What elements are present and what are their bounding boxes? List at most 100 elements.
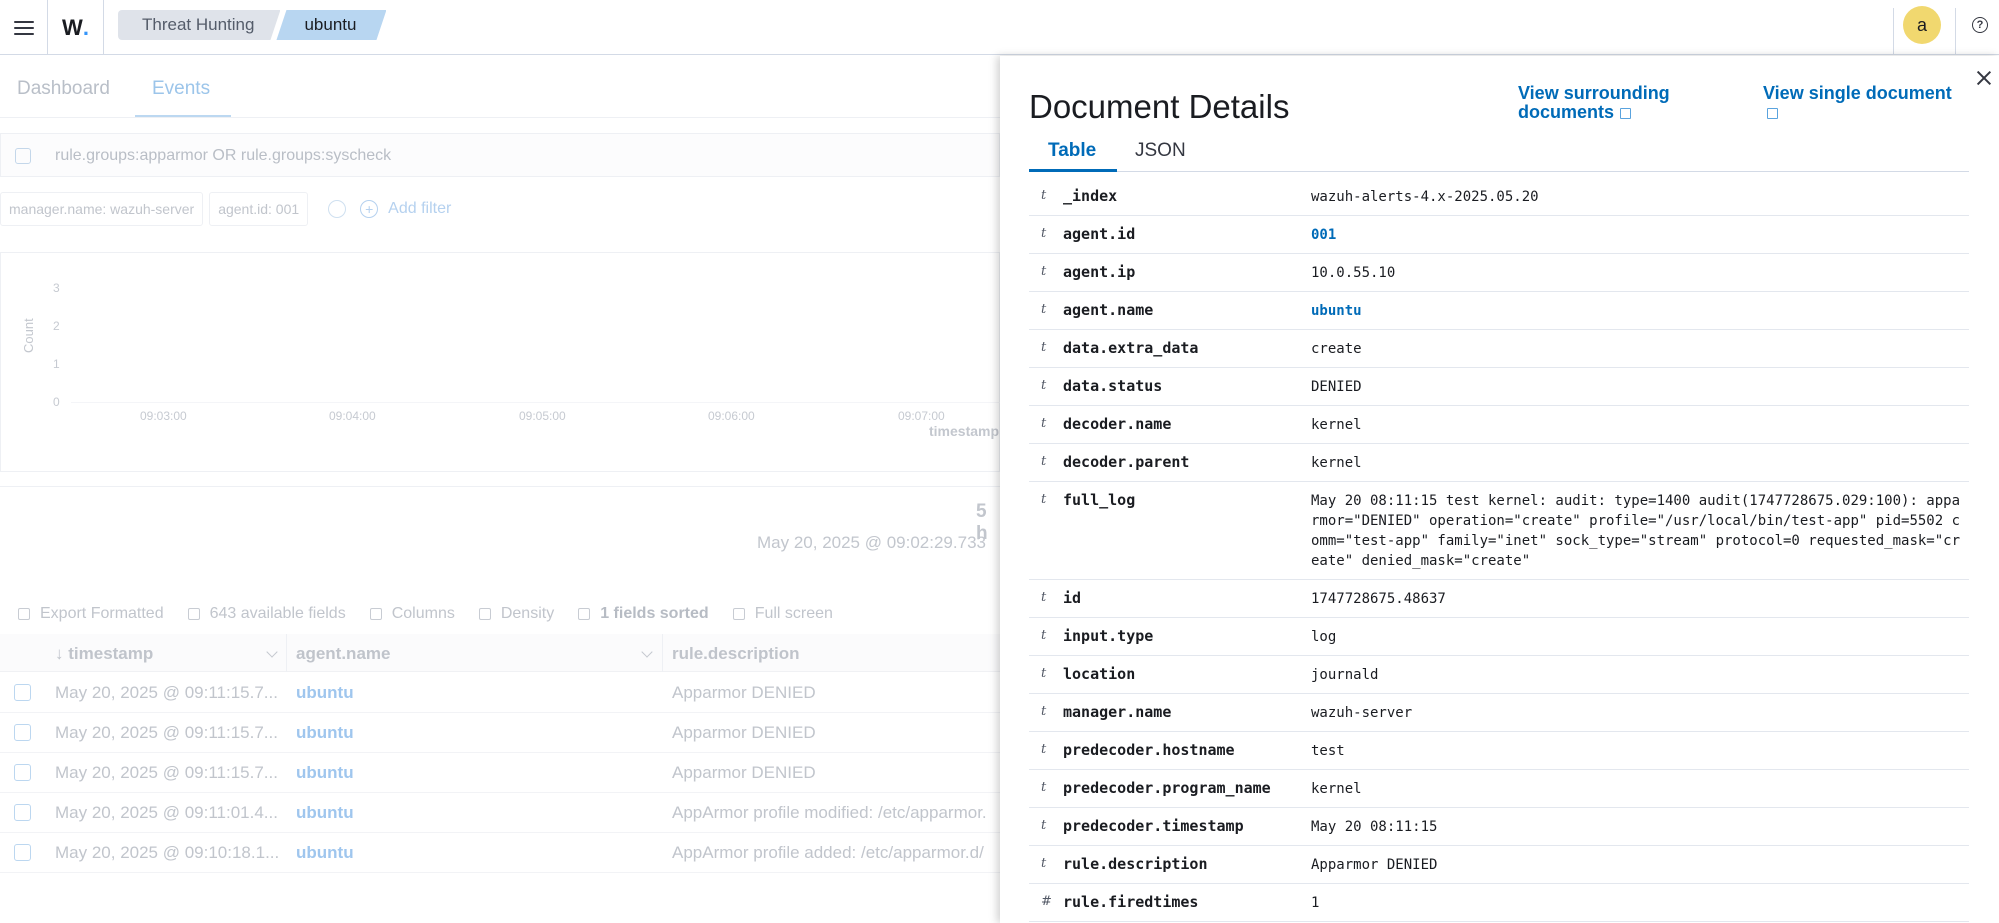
document-field-row[interactable]: t input.type log	[1029, 618, 1969, 656]
tab-json[interactable]: JSON	[1135, 140, 1186, 162]
close-icon[interactable]	[1974, 68, 1994, 88]
string-type-icon: t	[1041, 416, 1047, 431]
document-field-row[interactable]: t predecoder.program_name kernel	[1029, 770, 1969, 808]
document-field-row[interactable]: t agent.ip 10.0.55.10	[1029, 254, 1969, 292]
breadcrumb-ubuntu[interactable]: ubuntu	[276, 10, 386, 40]
fields-label: 643 available fields	[209, 605, 346, 622]
hits-date-range: May 20, 2025 @ 09:02:29.733	[757, 533, 986, 552]
chevron-down-icon[interactable]	[641, 646, 653, 658]
document-field-row[interactable]: # rule.firedtimes 1	[1029, 884, 1969, 922]
saved-query-icon[interactable]	[15, 148, 31, 164]
link-text: View single document	[1763, 83, 1952, 103]
cell-agent-name[interactable]: ubuntu	[296, 763, 354, 783]
inspect-icon[interactable]	[14, 844, 31, 861]
cell-agent-name[interactable]: ubuntu	[296, 843, 354, 863]
table-row[interactable]: May 20, 2025 @ 09:10:18.1... ubuntu AppA…	[0, 833, 1000, 873]
cell-timestamp: May 20, 2025 @ 09:11:15.7...	[55, 683, 278, 702]
columns-button[interactable]: Columns	[369, 605, 455, 623]
column-header-timestamp[interactable]: ↓ timestamp	[55, 644, 153, 664]
view-single-document-link[interactable]: View single document	[1763, 84, 1952, 122]
document-field-row[interactable]: t data.extra_data create	[1029, 330, 1969, 368]
document-field-row[interactable]: t predecoder.timestamp May 20 08:11:15	[1029, 808, 1969, 846]
document-field-row[interactable]: t id 1747728675.48637	[1029, 580, 1969, 618]
wazuh-logo[interactable]: W.	[48, 0, 104, 55]
inspect-icon[interactable]	[14, 764, 31, 781]
tab-table[interactable]: Table	[1048, 140, 1096, 162]
field-value[interactable]: 001	[1311, 216, 1961, 253]
breadcrumb-threat-hunting[interactable]: Threat Hunting	[118, 10, 280, 40]
avatar[interactable]: a	[1903, 6, 1941, 44]
field-value: 1	[1311, 895, 1320, 911]
document-field-row[interactable]: t manager.name wazuh-server	[1029, 694, 1969, 732]
external-link-icon	[1620, 108, 1632, 119]
density-button[interactable]: Density	[478, 605, 555, 623]
document-field-row[interactable]: t full_log May 20 08:11:15 test kernel: au…	[1029, 482, 1969, 580]
field-name: decoder.parent	[1063, 453, 1190, 471]
sort-button[interactable]: 1 fields sorted	[578, 605, 709, 623]
menu-button[interactable]	[0, 0, 48, 55]
document-field-row[interactable]: t location journald	[1029, 656, 1969, 694]
tab-underline	[135, 115, 231, 117]
document-field-row[interactable]: t agent.id 001	[1029, 216, 1969, 254]
add-filter-button[interactable]: + Add filter	[360, 200, 451, 218]
field-name: data.extra_data	[1063, 339, 1199, 357]
document-field-row[interactable]: t data.status DENIED	[1029, 368, 1969, 406]
cell-rule-description: Apparmor DENIED	[672, 763, 816, 782]
cell-timestamp: May 20, 2025 @ 09:11:01.4...	[55, 803, 278, 822]
columns-label: Columns	[391, 605, 455, 622]
density-label: Density	[500, 605, 555, 622]
fullscreen-button[interactable]: Full screen	[732, 605, 833, 623]
search-input[interactable]: rule.groups:apparmor OR rule.groups:sysc…	[55, 147, 391, 165]
hamburger-icon	[13, 20, 34, 36]
cell-agent-name[interactable]: ubuntu	[296, 723, 354, 743]
chevron-down-icon[interactable]	[266, 646, 278, 658]
view-surrounding-documents-link[interactable]: View surrounding documents	[1518, 84, 1670, 122]
data-grid-toolbar: Export Formatted 643 available fields Co…	[18, 605, 857, 623]
table-row[interactable]: May 20, 2025 @ 09:11:01.4... ubuntu AppA…	[0, 793, 1000, 833]
table-row[interactable]: May 20, 2025 @ 09:11:15.7... ubuntu Appa…	[0, 753, 1000, 793]
document-field-row[interactable]: t agent.name ubuntu	[1029, 292, 1969, 330]
filter-options-icon[interactable]	[328, 200, 347, 218]
top-header: W. Threat Hunting ubuntu a ?	[0, 0, 1999, 55]
cell-agent-name[interactable]: ubuntu	[296, 803, 354, 823]
string-type-icon: t	[1041, 704, 1047, 719]
table-row[interactable]: May 20, 2025 @ 09:11:15.7... ubuntu Appa…	[0, 673, 1000, 713]
flyout-tabs: Table JSON	[1029, 128, 1969, 172]
tab-dashboard[interactable]: Dashboard	[17, 78, 110, 100]
field-value: test	[1311, 743, 1345, 759]
field-value: May 20 08:11:15	[1311, 819, 1438, 835]
document-field-row[interactable]: t rule.description Apparmor DENIED	[1029, 846, 1969, 884]
xtick: 09:07:00	[898, 409, 945, 423]
table-row[interactable]: May 20, 2025 @ 09:11:15.7... ubuntu Appa…	[0, 713, 1000, 753]
available-fields-button[interactable]: 643 available fields	[187, 605, 346, 623]
field-value[interactable]: ubuntu	[1311, 292, 1961, 329]
cell-timestamp: May 20, 2025 @ 09:11:15.7...	[55, 723, 278, 742]
field-name: manager.name	[1063, 703, 1172, 721]
document-field-row[interactable]: t predecoder.hostname test	[1029, 732, 1969, 770]
string-type-icon: t	[1041, 264, 1047, 279]
cell-agent-name[interactable]: ubuntu	[296, 683, 354, 703]
string-type-icon: t	[1041, 378, 1047, 393]
inspect-icon[interactable]	[14, 684, 31, 701]
tab-events[interactable]: Events	[152, 78, 210, 100]
field-name: location	[1063, 665, 1136, 683]
column-header-rule-description[interactable]: rule.description	[672, 644, 800, 664]
histogram-chart: Count 3 2 1 0 09:03:00 09:04:00 09:05:00…	[0, 252, 1001, 472]
filter-pill-agent[interactable]: agent.id: 001	[209, 192, 309, 226]
field-name: _index	[1063, 187, 1118, 205]
filter-pill-manager[interactable]: manager.name: wazuh-server	[0, 192, 204, 226]
export-icon	[18, 608, 30, 620]
field-value: wazuh-alerts-4.x-2025.05.20	[1311, 189, 1539, 205]
inspect-icon[interactable]	[14, 804, 31, 821]
help-icon[interactable]: ?	[1972, 17, 1988, 33]
cell-rule-description: Apparmor DENIED	[672, 723, 816, 742]
document-field-row[interactable]: t decoder.name kernel	[1029, 406, 1969, 444]
search-bar[interactable]: rule.groups:apparmor OR rule.groups:sysc…	[0, 133, 1000, 177]
document-field-row[interactable]: t decoder.parent kernel	[1029, 444, 1969, 482]
column-header-agent-name[interactable]: agent.name	[296, 644, 390, 664]
document-field-row[interactable]: t _index wazuh-alerts-4.x-2025.05.20	[1029, 178, 1969, 216]
export-formatted-button[interactable]: Export Formatted	[18, 605, 164, 623]
inspect-icon[interactable]	[14, 724, 31, 741]
string-type-icon: t	[1041, 818, 1047, 833]
cell-rule-description: AppArmor profile modified: /etc/apparmor…	[672, 803, 987, 822]
